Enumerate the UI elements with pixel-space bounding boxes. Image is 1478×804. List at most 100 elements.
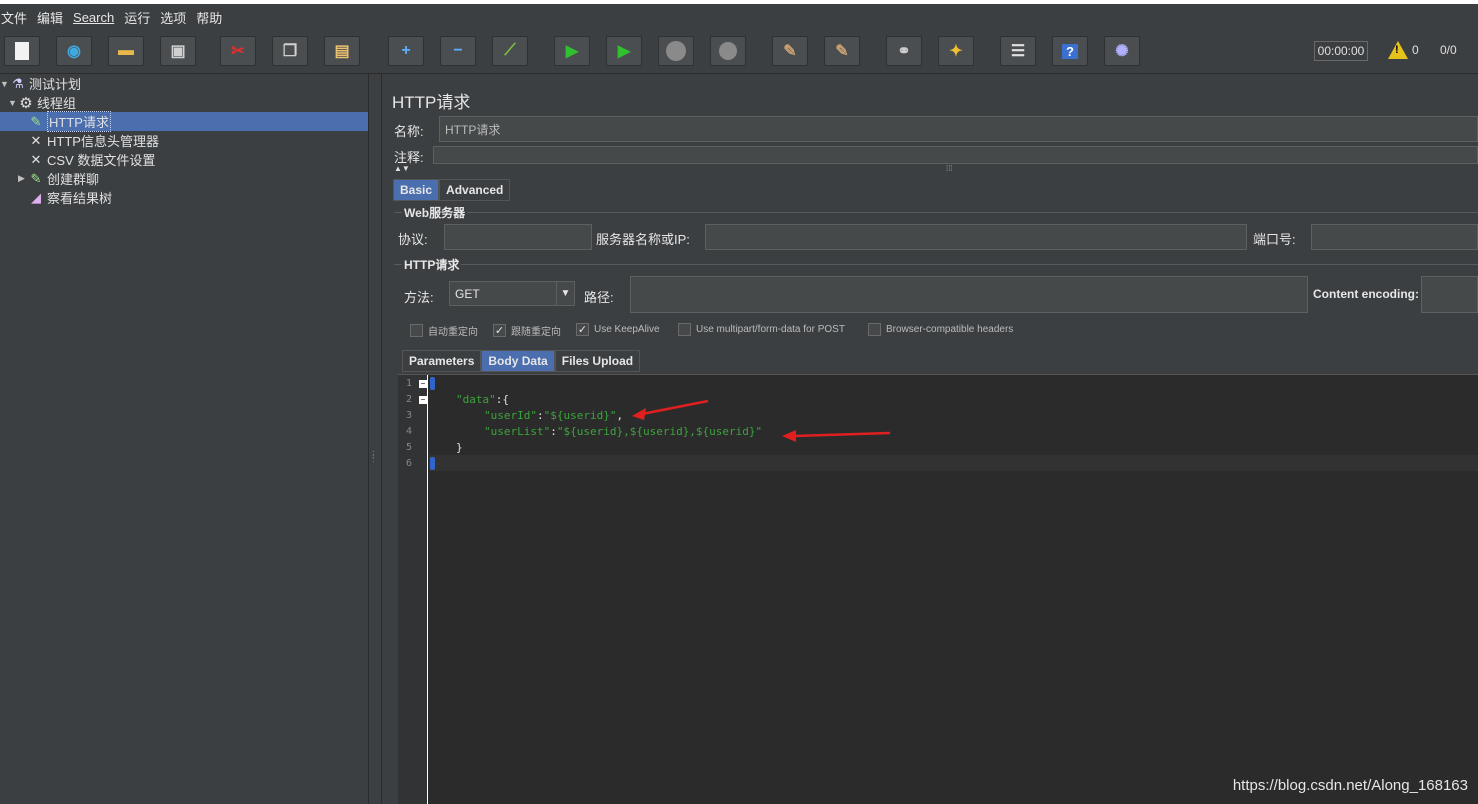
page-title: HTTP请求 [392, 93, 471, 112]
menu-file[interactable]: 文件 [0, 8, 31, 27]
watermark: https://blog.csdn.net/Along_168163 [1232, 777, 1468, 794]
remote-button[interactable]: ✺ [1104, 36, 1140, 66]
path-field[interactable] [630, 276, 1308, 313]
arrowhead-icon [782, 430, 796, 442]
tab-files-upload[interactable]: Files Upload [554, 350, 641, 372]
checkbox-box [868, 323, 881, 336]
line-number: 5 [406, 442, 413, 453]
menu-search[interactable]: Search [72, 10, 118, 25]
port-label: 端口号: [1253, 232, 1296, 247]
name-field[interactable]: HTTP请求 [439, 116, 1478, 142]
tab-advanced[interactable]: Advanced [439, 179, 511, 201]
elapsed-timer: 00:00:00 [1314, 41, 1368, 61]
start-button[interactable]: ▶ [554, 36, 590, 66]
start-no-pauses-icon: ▶ [617, 43, 631, 60]
clear-all-button[interactable]: ✎ [824, 36, 860, 66]
encoding-field[interactable] [1421, 276, 1478, 313]
stop-button[interactable] [658, 36, 694, 66]
chart-icon: ◢ [31, 189, 41, 205]
tree-node-thread-group[interactable]: ▼ ⚙ 线程组 [8, 93, 76, 112]
line-gutter: 1 2 3 4 5 6 − − [398, 375, 428, 804]
tree-node-header-manager[interactable]: ✕ HTTP信息头管理器 [18, 131, 159, 150]
open-icon: ▬ [118, 42, 134, 59]
menu-options[interactable]: 选项 [159, 8, 190, 27]
clear-button[interactable]: ✎ [772, 36, 808, 66]
http-request-group: HTTP请求 [394, 256, 1478, 273]
help-button[interactable]: ? [1052, 36, 1088, 66]
split-divider[interactable] [368, 74, 382, 804]
expand-arrow-icon[interactable]: ▼ [8, 98, 18, 108]
checkbox-box: ✓ [576, 323, 589, 336]
fold-icon[interactable]: − [419, 396, 427, 404]
group-title: Web服务器 [402, 204, 468, 221]
templates-button[interactable]: ◉ [56, 36, 92, 66]
expand-arrow-icon[interactable]: ▶ [18, 173, 28, 184]
pipette-icon: ✎ [30, 113, 42, 129]
protocol-field[interactable] [444, 224, 592, 250]
body-data-editor[interactable]: 1 2 3 4 5 6 − − { "data":{ "userId":"${u… [398, 374, 1478, 804]
code-line-2: "data":{ [456, 393, 509, 406]
port-field[interactable] [1311, 224, 1478, 250]
json-value: "${userid}" [543, 409, 617, 422]
tree-node-results-tree[interactable]: ◢ 察看结果树 [18, 188, 112, 207]
clear-all-icon: ✎ [835, 43, 849, 60]
auto-redirect-checkbox[interactable]: 自动重定向 [410, 323, 478, 338]
follow-redirect-checkbox[interactable]: ✓ 跟随重定向 [493, 323, 561, 338]
code-line-1: { [436, 377, 443, 390]
tab-body-data[interactable]: Body Data [481, 350, 555, 372]
line-number: 3 [406, 410, 413, 421]
method-select[interactable]: GET ▼ [449, 281, 575, 306]
browser-headers-checkbox[interactable]: Browser-compatible headers [868, 323, 1013, 336]
toggle-button[interactable]: ⟋ [492, 36, 528, 66]
menu-help[interactable]: 帮助 [195, 8, 226, 27]
reset-search-icon: ✦ [949, 43, 963, 60]
fold-icon[interactable]: − [419, 380, 427, 388]
shutdown-button[interactable] [710, 36, 746, 66]
expand-button[interactable]: + [388, 36, 424, 66]
keepalive-checkbox[interactable]: ✓ Use KeepAlive [576, 323, 660, 336]
multipart-checkbox[interactable]: Use multipart/form-data for POST [678, 323, 845, 336]
resize-grip-icon[interactable]: ⁞⁞⁞ [946, 164, 953, 173]
start-no-pauses-button[interactable]: ▶ [606, 36, 642, 66]
config-tabs: Basic Advanced [393, 179, 511, 201]
save-button[interactable]: ▣ [160, 36, 196, 66]
tree-node-label: HTTP请求 [47, 111, 111, 132]
open-button[interactable]: ▬ [108, 36, 144, 66]
server-field[interactable] [705, 224, 1247, 250]
expand-arrow-icon[interactable]: ▼ [0, 79, 10, 89]
menu-run[interactable]: 运行 [123, 8, 154, 27]
code-line-6: } [436, 457, 443, 470]
shutdown-icon [719, 42, 737, 60]
collapse-arrows-icon[interactable]: ▲▼ [394, 164, 410, 173]
tree-node-create-group-chat[interactable]: ▶ ✎ 创建群聊 [18, 169, 99, 188]
tree-node-csv-config[interactable]: ✕ CSV 数据文件设置 [18, 150, 156, 169]
annotation-arrows [632, 399, 891, 442]
tree-node-test-plan[interactable]: ▼ ⚗ 测试计划 [0, 74, 81, 93]
tree-node-http-request[interactable]: ✎ HTTP请求 [0, 111, 368, 132]
toggle-icon: ⟋ [504, 42, 516, 59]
current-line-highlight [429, 455, 1478, 471]
tab-parameters[interactable]: Parameters [402, 350, 482, 372]
tree-node-label: CSV 数据文件设置 [47, 153, 156, 168]
warning-indicator[interactable]: ! 0 [1388, 41, 1419, 59]
new-button[interactable] [4, 36, 40, 66]
cut-button[interactable]: ✂ [220, 36, 256, 66]
protocol-label: 协议: [398, 232, 428, 247]
tab-basic[interactable]: Basic [393, 179, 440, 201]
new-icon [15, 42, 29, 60]
checkbox-label: 自动重定向 [428, 327, 478, 338]
collapse-icon: − [453, 42, 463, 59]
warning-icon: ! [1388, 41, 1408, 59]
copy-button[interactable]: ❐ [272, 36, 308, 66]
flask-icon: ⚗ [12, 75, 24, 91]
paste-button[interactable]: ▤ [324, 36, 360, 66]
search-button[interactable]: ⚭ [886, 36, 922, 66]
reset-search-button[interactable]: ✦ [938, 36, 974, 66]
wrench-icon: ✕ [30, 132, 42, 148]
collapse-button[interactable]: − [440, 36, 476, 66]
comment-field[interactable] [433, 146, 1478, 164]
line-number: 6 [406, 458, 413, 469]
menu-edit[interactable]: 编辑 [36, 8, 67, 27]
function-helper-button[interactable]: ☰ [1000, 36, 1036, 66]
search-icon: ⚭ [897, 43, 911, 60]
